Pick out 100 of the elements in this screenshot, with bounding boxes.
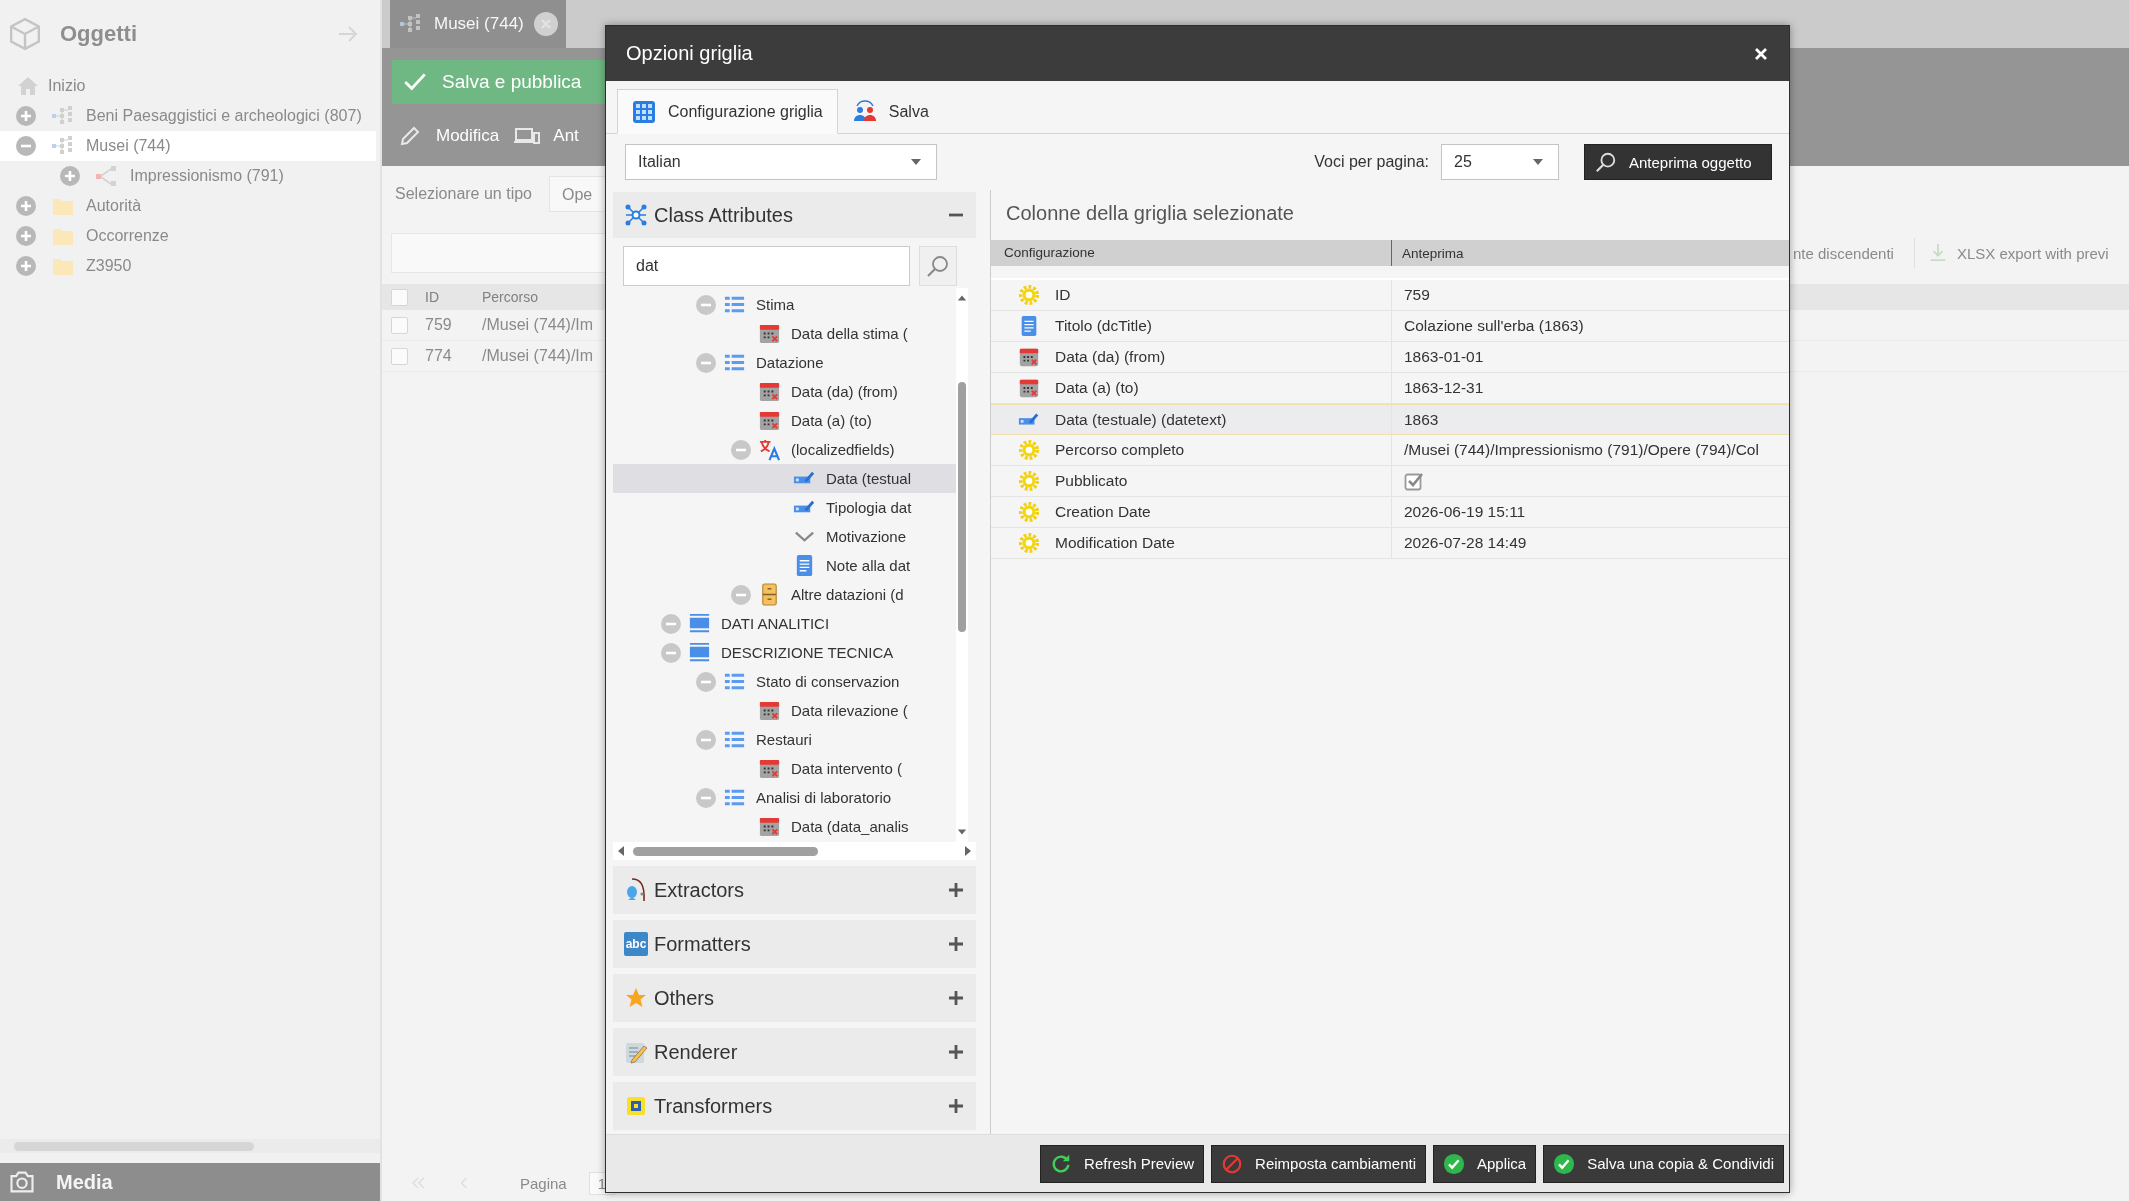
tree-node[interactable]: (localizedfields) bbox=[613, 435, 956, 464]
horizontal-scrollbar[interactable] bbox=[613, 842, 976, 860]
grid-icon bbox=[632, 99, 656, 124]
tab[interactable]: Salva bbox=[837, 89, 944, 134]
scroll-left-icon[interactable] bbox=[617, 845, 625, 857]
column-name: Data (testuale) (datetext) bbox=[1055, 410, 1227, 429]
table-row[interactable]: Data (da) (from) 1863-01-01 bbox=[991, 342, 1789, 373]
calendar-icon bbox=[758, 380, 781, 403]
tree-node[interactable]: Data intervento ( bbox=[613, 754, 956, 783]
translate-icon bbox=[758, 438, 781, 461]
column-name: Data (a) (to) bbox=[1055, 379, 1139, 397]
tree-node[interactable]: Note alla dat bbox=[613, 551, 956, 580]
home-icon bbox=[16, 74, 40, 98]
network-icon bbox=[624, 203, 648, 227]
tree-node[interactable]: Stato di conservazion bbox=[613, 667, 956, 696]
column-name: Modification Date bbox=[1055, 534, 1175, 552]
column-name: Creation Date bbox=[1055, 503, 1151, 521]
bars-icon bbox=[688, 641, 711, 664]
tree-node[interactable]: Restauri bbox=[613, 725, 956, 754]
tree-node[interactable]: Data (data_analis bbox=[613, 812, 956, 841]
close-icon[interactable] bbox=[1753, 45, 1769, 62]
accordion-header[interactable]: Class Attributes bbox=[613, 192, 976, 238]
tab[interactable]: Configurazione griglia bbox=[617, 89, 838, 134]
calendar-icon bbox=[758, 757, 781, 780]
search-field[interactable]: dat bbox=[623, 246, 910, 286]
scroll-up-icon[interactable] bbox=[957, 294, 967, 302]
table-row[interactable]: Percorso completo /Musei (744)/Impressionismo (791)/Opere (794)/Col bbox=[991, 435, 1789, 466]
bars-icon bbox=[688, 612, 711, 635]
people-icon bbox=[852, 99, 877, 124]
search-button[interactable] bbox=[919, 246, 957, 286]
language-select[interactable]: Italian bbox=[625, 144, 937, 180]
fish-icon bbox=[624, 878, 648, 902]
search-icon bbox=[1595, 151, 1617, 173]
tree-node[interactable]: Data (testual bbox=[613, 464, 956, 493]
tree-node[interactable]: Stima bbox=[613, 290, 956, 319]
column-header[interactable]: Configurazione bbox=[991, 240, 1392, 266]
table-cell: /Musei (744)/Im bbox=[482, 347, 594, 365]
calendar-icon bbox=[1018, 346, 1040, 368]
table-row[interactable]: Creation Date 2026-06-19 15:11 bbox=[991, 497, 1789, 528]
table-row[interactable]: Titolo (dcTitle) Colazione sull'erba (1863) bbox=[991, 311, 1789, 342]
row-checkbox[interactable] bbox=[391, 316, 408, 334]
preview-value: /Musei (744)/Impressionismo (791)/Opere (794)/Col bbox=[1404, 441, 1759, 459]
calendar-icon bbox=[758, 815, 781, 838]
expand-icon[interactable] bbox=[948, 1098, 964, 1114]
table-cell-text: 759 bbox=[425, 316, 453, 334]
accordion-header[interactable]: Others bbox=[613, 974, 976, 1022]
tree-node[interactable]: DESCRIZIONE TECNICA bbox=[613, 638, 956, 667]
accordion-header[interactable]: Extractors bbox=[613, 866, 976, 914]
row-checkbox[interactable] bbox=[391, 347, 408, 365]
column-name: ID bbox=[1055, 286, 1071, 304]
table-row[interactable]: Modification Date 2026-07-28 14:49 bbox=[991, 528, 1789, 559]
search-icon bbox=[926, 254, 950, 278]
page-size-select[interactable]: 25 bbox=[1441, 144, 1559, 180]
footer-button[interactable]: Salva una copia & Condividi bbox=[1543, 1144, 1784, 1183]
tree-node[interactable]: Datazione bbox=[613, 348, 956, 377]
tree-node[interactable]: Data (a) (to) bbox=[613, 406, 956, 435]
calendar-icon bbox=[758, 699, 781, 722]
scroll-down-icon[interactable] bbox=[957, 828, 967, 836]
tree-node[interactable]: Motivazione bbox=[613, 522, 956, 551]
calendar-icon bbox=[758, 409, 781, 432]
tree-node[interactable]: Analisi di laboratorio bbox=[613, 783, 956, 812]
calendar-icon bbox=[1018, 377, 1040, 399]
footer-button[interactable]: Reimposta cambiamenti bbox=[1211, 1144, 1426, 1183]
check-icon bbox=[1553, 1152, 1576, 1175]
expand-icon[interactable] bbox=[948, 882, 964, 898]
vertical-scrollbar[interactable] bbox=[956, 288, 968, 842]
tree-node[interactable]: Tipologia dat bbox=[613, 493, 956, 522]
table-row[interactable]: Data (testuale) (datetext) 1863 bbox=[991, 404, 1789, 435]
expand-icon[interactable] bbox=[948, 1044, 964, 1060]
accordion-header[interactable]: Renderer bbox=[613, 1028, 976, 1076]
column-name: Percorso completo bbox=[1055, 441, 1185, 459]
table-cell: /Musei (744)/Im bbox=[482, 316, 594, 334]
table-row[interactable]: Pubblicato bbox=[991, 466, 1789, 497]
table-row[interactable]: ID 759 bbox=[991, 280, 1789, 311]
column-header[interactable]: Anteprima bbox=[1392, 245, 1464, 261]
footer-button[interactable]: Applica bbox=[1433, 1144, 1537, 1183]
scroll-right-icon[interactable] bbox=[964, 845, 972, 857]
expand-icon[interactable] bbox=[948, 990, 964, 1006]
tree-node[interactable]: DATI ANALITICI bbox=[613, 609, 956, 638]
preview-value: 1863-01-01 bbox=[1404, 348, 1484, 366]
preview-value: 2026-06-19 15:11 bbox=[1404, 503, 1526, 521]
accordion-header[interactable]: abc Formatters bbox=[613, 920, 976, 968]
expand-icon[interactable] bbox=[948, 936, 964, 952]
gear-icon bbox=[1018, 532, 1040, 554]
text-format-badge: abc bbox=[624, 932, 648, 956]
tree-node[interactable]: Data rilevazione ( bbox=[613, 696, 956, 725]
tree-node[interactable]: Data della stima ( bbox=[613, 319, 956, 348]
cube-icon bbox=[8, 17, 42, 51]
preview-button[interactable]: Anteprima oggetto bbox=[1584, 144, 1772, 180]
preview-value: 1863 bbox=[1404, 410, 1439, 429]
horizontal-scrollbar[interactable] bbox=[0, 1139, 380, 1153]
select-all-checkbox[interactable] bbox=[391, 288, 408, 306]
preview-value: 1863-12-31 bbox=[1404, 379, 1484, 397]
footer-button[interactable]: Refresh Preview bbox=[1040, 1144, 1205, 1183]
column-name: Data (da) (from) bbox=[1055, 348, 1166, 366]
tree-node[interactable]: Altre datazioni (d bbox=[613, 580, 956, 609]
tree-node[interactable]: Data (da) (from) bbox=[613, 377, 956, 406]
column-name: Pubblicato bbox=[1055, 472, 1128, 490]
section-title: Colonne della griglia selezionate bbox=[1005, 201, 1295, 226]
accordion-header[interactable]: Transformers bbox=[613, 1082, 976, 1130]
